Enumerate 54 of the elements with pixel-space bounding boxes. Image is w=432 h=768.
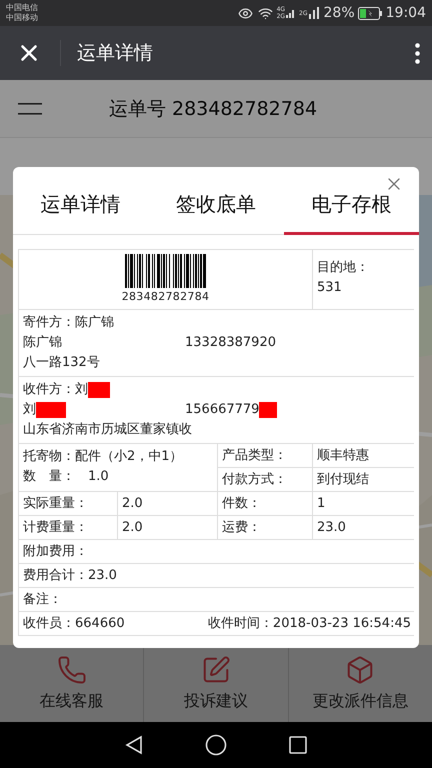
table-cell: 23.0 <box>313 516 415 539</box>
table-cell: 付款方式： <box>218 468 312 491</box>
collector-text: 收件员：664660 <box>23 615 125 632</box>
more-menu-button[interactable] <box>415 42 420 64</box>
home-icon[interactable] <box>205 734 227 756</box>
collect-time: 收件时间：2018-03-23 16:54:45 <box>208 615 411 632</box>
signal-icon <box>286 8 296 18</box>
table-cell: 计费重量： <box>19 516 117 539</box>
party-address: 山东省济南市历城区董家镇收 <box>23 421 192 439</box>
table-cell: 1 <box>313 492 415 515</box>
table-cell: 顺丰特惠 <box>313 444 415 467</box>
battery-percent: 28% <box>324 5 355 21</box>
table-cell: 备注： <box>19 588 415 611</box>
signal-icon <box>308 7 320 19</box>
party-name: 刘 <box>23 401 36 419</box>
party-name: 陈广锦 <box>23 334 62 352</box>
table-cell: 2.0 <box>118 516 217 539</box>
table-cell: 2.0 <box>118 492 217 515</box>
table-cell: 到付现结 <box>313 468 415 491</box>
party-title: 收件方：刘 <box>23 381 88 399</box>
quantity-text: 数 量： 1.0 <box>23 468 109 486</box>
box-icon <box>345 655 376 685</box>
dialog-tab[interactable]: 运单详情 <box>13 187 148 235</box>
wifi-icon <box>258 6 273 20</box>
pencil-square-icon <box>200 655 231 685</box>
eye-icon <box>238 6 253 20</box>
back-icon[interactable] <box>125 735 143 755</box>
destination-label: 目的地： <box>317 259 369 277</box>
table-cell: 实际重量： <box>19 492 117 515</box>
party-title: 寄件方：陈广锦 <box>23 314 114 332</box>
table-cell: 费用合计：23.0 <box>19 564 415 587</box>
menu-icon[interactable] <box>18 102 42 114</box>
dialog-tab[interactable]: 签收底单 <box>148 187 284 235</box>
more-icon <box>415 42 420 64</box>
carrier-name: 中国移动 <box>6 13 38 23</box>
battery-icon <box>358 6 382 20</box>
table-cell: 产品类型： <box>218 444 312 467</box>
table-cell: 件数： <box>218 492 312 515</box>
barcode-number: 283482782784 <box>122 289 210 305</box>
page-title: 运单详情 <box>77 41 154 66</box>
action-button[interactable]: 在线客服 <box>0 645 144 722</box>
party-address: 八一路132号 <box>23 354 100 372</box>
phone-icon <box>56 655 87 685</box>
carrier-name: 中国电信 <box>6 3 38 13</box>
recents-icon[interactable] <box>289 736 307 754</box>
dialog-tab[interactable]: 电子存根 <box>284 187 419 235</box>
table-cell: 附加费用： <box>19 540 415 563</box>
clock: 19:04 <box>386 5 426 21</box>
party-phone: 13328387920 <box>185 334 276 352</box>
waybill-number: 运单号 283482782784 <box>108 96 318 122</box>
destination-value: 531 <box>317 279 342 297</box>
goods-text: 托寄物：配件（小2，中1） <box>23 448 183 466</box>
table-cell: 运费： <box>218 516 312 539</box>
party-phone: 156667779 <box>185 401 260 419</box>
